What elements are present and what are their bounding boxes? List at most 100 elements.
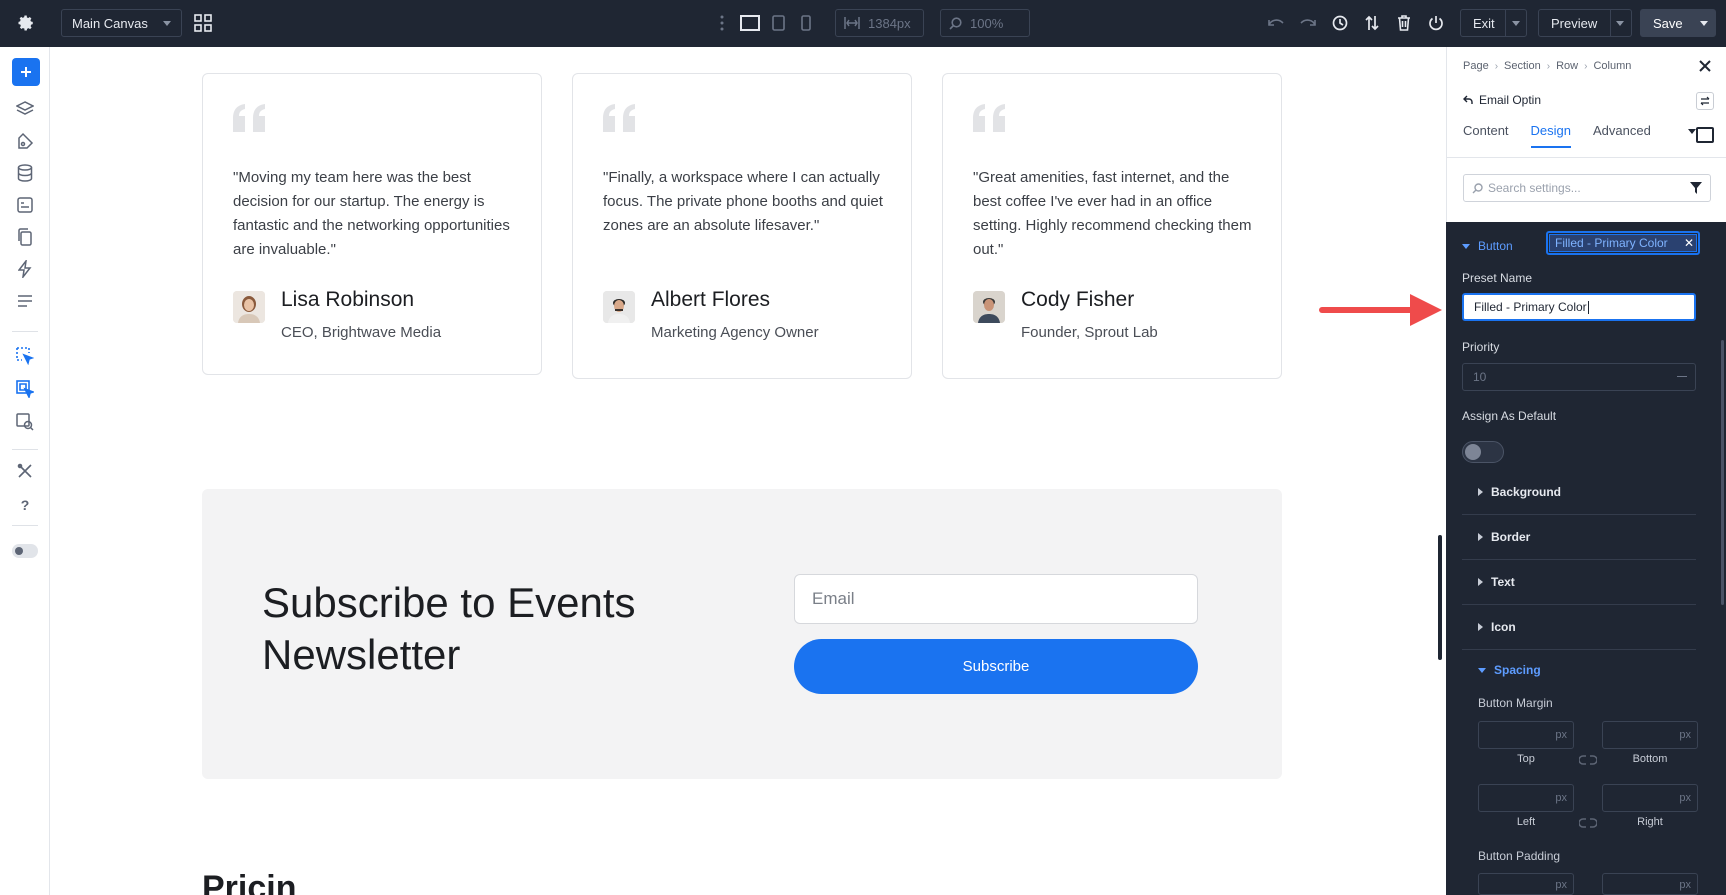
pricing-heading-partial: Pricin <box>202 869 297 895</box>
preset-name-label: Preset Name <box>1462 271 1533 285</box>
zoom-field[interactable]: 100% <box>940 9 1030 37</box>
assign-default-toggle[interactable] <box>1462 441 1504 463</box>
filter-icon[interactable] <box>1690 182 1702 194</box>
divider <box>12 525 38 526</box>
canvas-width-field[interactable]: 1384px <box>835 9 924 37</box>
testimonial-role: Founder, Sprout Lab <box>1021 324 1158 341</box>
tab-design[interactable]: Design <box>1530 123 1572 148</box>
margin-right-input[interactable]: px <box>1602 784 1698 812</box>
margin-top-input[interactable]: px <box>1478 721 1574 749</box>
tools-wrench-icon[interactable] <box>15 461 35 481</box>
save-label: Save <box>1653 15 1683 31</box>
database-icon[interactable] <box>15 163 35 183</box>
testimonial-card[interactable]: "Finally, a workspace where I can actual… <box>572 73 912 379</box>
trash-icon[interactable] <box>1394 13 1414 33</box>
panel-tabs: Content Design Advanced <box>1463 123 1673 148</box>
desktop-view-icon[interactable] <box>739 13 761 33</box>
breadcrumb-item-row[interactable]: Row <box>1556 60 1578 72</box>
exit-label: Exit <box>1473 15 1495 31</box>
pages-copy-icon[interactable] <box>15 227 35 247</box>
redo-icon[interactable] <box>1298 13 1318 33</box>
tabs-more-chevron-icon[interactable] <box>1688 129 1696 134</box>
main-canvas[interactable]: "Moving my team here was the best decisi… <box>50 47 1446 895</box>
settings-gear-icon[interactable] <box>16 13 36 33</box>
preset-chip[interactable]: Filled - Primary Color ✕ <box>1546 231 1700 255</box>
preset-name-input[interactable]: Filled - Primary Color <box>1462 293 1696 321</box>
help-question-icon[interactable]: ? <box>15 495 35 515</box>
sort-arrows-icon[interactable] <box>1362 13 1382 33</box>
phone-view-icon[interactable] <box>797 13 815 33</box>
breadcrumb-item-section[interactable]: Section <box>1504 60 1541 72</box>
canvas-select[interactable]: Main Canvas <box>61 9 182 37</box>
more-vertical-icon[interactable] <box>716 13 728 33</box>
button-section-header[interactable]: Button <box>1462 239 1513 253</box>
margin-right-caption: Right <box>1637 816 1663 828</box>
canvas-scrollbar[interactable] <box>1438 535 1442 660</box>
accordion-icon[interactable]: Icon <box>1462 605 1696 650</box>
padding-bottom-input[interactable]: px <box>1602 873 1698 895</box>
testimonial-card[interactable]: "Moving my team here was the best decisi… <box>202 73 542 375</box>
testimonial-card[interactable]: "Great amenities, fast internet, and the… <box>942 73 1282 379</box>
tab-advanced[interactable]: Advanced <box>1593 123 1651 148</box>
chevron-down-icon <box>1478 667 1486 673</box>
search-settings-input[interactable]: Search settings... <box>1463 174 1711 202</box>
zoom-search-icon <box>949 16 962 30</box>
tab-content[interactable]: Content <box>1463 123 1509 148</box>
priority-reset-icon[interactable] <box>1677 376 1687 377</box>
accordion-label: Background <box>1491 485 1562 499</box>
chevron-right-icon <box>1478 578 1483 586</box>
spacing-section-header[interactable]: Spacing <box>1478 663 1541 677</box>
panel-expand-icon[interactable] <box>1696 127 1714 143</box>
panel-scrollbar[interactable] <box>1721 340 1724 605</box>
add-module-button[interactable] <box>12 58 40 86</box>
close-icon[interactable] <box>1698 59 1712 73</box>
breadcrumb-item-column[interactable]: Column <box>1593 60 1631 72</box>
avatar <box>233 291 265 323</box>
theme-toggle[interactable] <box>12 544 38 558</box>
margin-bottom-input[interactable]: px <box>1602 721 1698 749</box>
panel-options-icon[interactable] <box>1696 92 1714 110</box>
undo-icon[interactable] <box>1266 13 1286 33</box>
back-arrow-icon[interactable] <box>1463 95 1473 105</box>
list-lines-icon[interactable] <box>15 291 35 311</box>
select-element-icon[interactable] <box>15 346 35 366</box>
power-icon[interactable] <box>1426 13 1446 33</box>
plus-icon <box>21 67 31 77</box>
preset-search-icon[interactable] <box>15 412 35 432</box>
accordion-border[interactable]: Border <box>1462 515 1696 560</box>
email-optin-section[interactable]: Subscribe to Events Newsletter Email Sub… <box>202 489 1282 779</box>
layers-icon[interactable] <box>15 99 35 119</box>
search-icon <box>1472 182 1483 193</box>
exit-chevron-down-icon[interactable] <box>1512 21 1520 26</box>
form-card-icon[interactable] <box>15 195 35 215</box>
email-input[interactable]: Email <box>794 574 1198 624</box>
padding-top-input[interactable]: px <box>1478 873 1574 895</box>
select-multiple-icon[interactable] <box>15 379 35 399</box>
link-chain-icon[interactable] <box>1579 817 1597 829</box>
divider <box>1610 9 1611 37</box>
save-chevron-down-icon[interactable] <box>1700 21 1708 26</box>
tablet-view-icon[interactable] <box>769 13 787 33</box>
accordion-text[interactable]: Text <box>1462 560 1696 605</box>
breadcrumb-item-page[interactable]: Page <box>1463 60 1489 72</box>
accordion-background[interactable]: Background <box>1462 470 1696 515</box>
chevron-down-icon <box>1462 243 1470 249</box>
breadcrumb-separator-icon: › <box>1584 60 1588 72</box>
preset-name-value: Filled - Primary Color <box>1474 300 1587 314</box>
lightning-icon[interactable] <box>15 259 35 279</box>
subscribe-button[interactable]: Subscribe <box>794 639 1198 694</box>
search-placeholder: Search settings... <box>1488 181 1581 195</box>
button-section-label: Button <box>1478 239 1513 253</box>
grid-layout-icon[interactable] <box>193 13 213 33</box>
close-icon[interactable]: ✕ <box>1684 237 1694 249</box>
module-title: Email Optin <box>1463 93 1541 107</box>
link-chain-icon[interactable] <box>1579 754 1597 766</box>
margin-left-input[interactable]: px <box>1478 784 1574 812</box>
module-title-label: Email Optin <box>1479 93 1542 107</box>
design-palette-icon[interactable] <box>15 131 35 151</box>
preview-chevron-down-icon[interactable] <box>1616 21 1624 26</box>
unit-label: px <box>1555 879 1567 891</box>
priority-input[interactable]: 10 <box>1462 363 1696 391</box>
chevron-right-icon <box>1478 533 1483 541</box>
history-clock-icon[interactable] <box>1330 13 1350 33</box>
